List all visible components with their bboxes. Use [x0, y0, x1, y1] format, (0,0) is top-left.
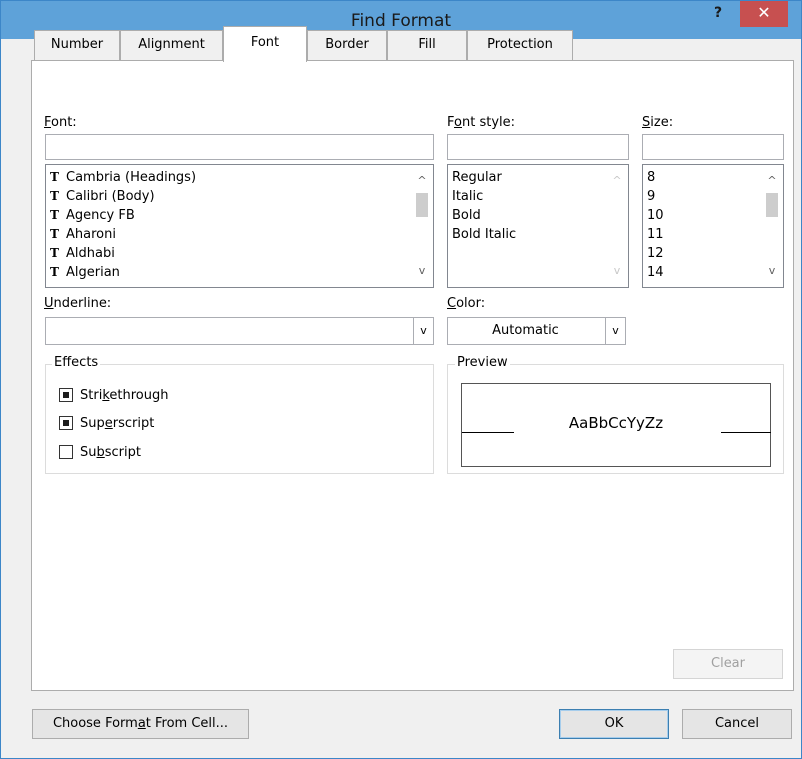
- list-item[interactable]: T Cambria (Headings): [46, 168, 433, 187]
- font-list-scrollbar[interactable]: ^ v: [411, 165, 433, 287]
- font-style-label: Font style:: [447, 115, 516, 130]
- font-label: Font:: [44, 115, 77, 130]
- scroll-down-icon: v: [613, 264, 621, 277]
- font-style-list[interactable]: Regular Italic Bold Bold Italic ^ v: [447, 164, 629, 288]
- dialog-title: Find Format: [350, 11, 452, 31]
- underline-select[interactable]: v: [45, 317, 434, 345]
- list-item[interactable]: T Calibri (Body): [46, 187, 433, 206]
- size-list-scrollbar[interactable]: ^ v: [761, 165, 783, 287]
- preview-sample-text: AaBbCcYyZz: [568, 414, 664, 432]
- truetype-font-icon: T: [50, 208, 59, 222]
- preview-baseline-left: [462, 432, 514, 433]
- ok-button[interactable]: OK: [559, 709, 669, 739]
- subscript-checkbox[interactable]: Subscript: [59, 443, 141, 461]
- font-style-input[interactable]: [447, 134, 629, 160]
- list-item[interactable]: T Aldhabi: [46, 244, 433, 263]
- preview-title: Preview: [455, 355, 510, 370]
- font-input[interactable]: [45, 134, 434, 160]
- scroll-down-icon[interactable]: v: [761, 261, 783, 281]
- tab-fill[interactable]: Fill: [387, 30, 467, 60]
- strikethrough-checkbox[interactable]: Strikethrough: [59, 386, 168, 404]
- tab-number[interactable]: Number: [34, 30, 120, 60]
- scroll-thumb[interactable]: [766, 193, 778, 217]
- color-value: Automatic: [492, 323, 559, 338]
- superscript-checkbox[interactable]: Superscript: [59, 414, 154, 432]
- truetype-font-icon: T: [50, 227, 59, 241]
- size-list[interactable]: 8 9 10 11 12 14 ^ v: [642, 164, 784, 288]
- clear-button[interactable]: Clear: [673, 649, 783, 679]
- list-item[interactable]: Bold Italic: [448, 225, 628, 244]
- underline-label: Underline:: [44, 296, 112, 311]
- truetype-font-icon: T: [50, 189, 59, 203]
- list-item[interactable]: T Agency FB: [46, 206, 433, 225]
- list-item[interactable]: Bold: [448, 206, 628, 225]
- tab-border[interactable]: Border: [307, 30, 387, 60]
- font-style-list-scrollbar: ^ v: [606, 165, 628, 287]
- tab-font[interactable]: Font: [223, 26, 307, 62]
- scroll-thumb[interactable]: [416, 193, 428, 217]
- size-label: Size:: [642, 115, 674, 130]
- help-button[interactable]: ?: [707, 5, 729, 25]
- color-label: Color:: [447, 296, 486, 311]
- scroll-up-icon[interactable]: ^: [761, 171, 783, 191]
- tab-protection[interactable]: Protection: [467, 30, 573, 60]
- find-format-dialog: Find Format ? ✕ Number Alignment Font Bo…: [0, 0, 802, 759]
- strikethrough-label: Strikethrough: [80, 387, 169, 403]
- color-select[interactable]: Automatic v: [447, 317, 626, 345]
- font-tab-panel: Font: T Cambria (Headings) T Calibri (Body…: [31, 60, 794, 691]
- preview-baseline-right: [721, 432, 771, 433]
- size-input[interactable]: [642, 134, 784, 160]
- list-item[interactable]: Italic: [448, 187, 628, 206]
- scroll-up-icon: ^: [612, 174, 622, 187]
- cancel-button[interactable]: Cancel: [682, 709, 792, 739]
- list-item[interactable]: T Algerian: [46, 263, 433, 282]
- superscript-label: Superscript: [80, 415, 155, 431]
- truetype-font-icon: T: [50, 170, 59, 184]
- subscript-label: Subscript: [80, 444, 141, 460]
- scroll-up-icon[interactable]: ^: [411, 171, 433, 191]
- scroll-down-icon[interactable]: v: [411, 261, 433, 281]
- effects-title: Effects: [52, 355, 101, 370]
- tab-alignment[interactable]: Alignment: [120, 30, 223, 60]
- chevron-down-icon[interactable]: v: [413, 318, 433, 344]
- checkbox-indeterminate[interactable]: [59, 388, 73, 402]
- checkbox-unchecked[interactable]: [59, 445, 73, 459]
- choose-format-from-cell-button[interactable]: Choose Format From Cell...: [32, 709, 249, 739]
- preview-box: AaBbCcYyZz: [461, 383, 771, 467]
- close-button[interactable]: ✕: [740, 1, 788, 27]
- close-icon: ✕: [757, 3, 771, 22]
- list-item[interactable]: Regular: [448, 168, 628, 187]
- font-list[interactable]: T Cambria (Headings) T Calibri (Body) T Age…: [45, 164, 434, 288]
- truetype-font-icon: T: [50, 265, 59, 279]
- truetype-font-icon: T: [50, 246, 59, 260]
- checkbox-indeterminate[interactable]: [59, 416, 73, 430]
- list-item[interactable]: T Aharoni: [46, 225, 433, 244]
- chevron-down-icon[interactable]: v: [605, 318, 625, 344]
